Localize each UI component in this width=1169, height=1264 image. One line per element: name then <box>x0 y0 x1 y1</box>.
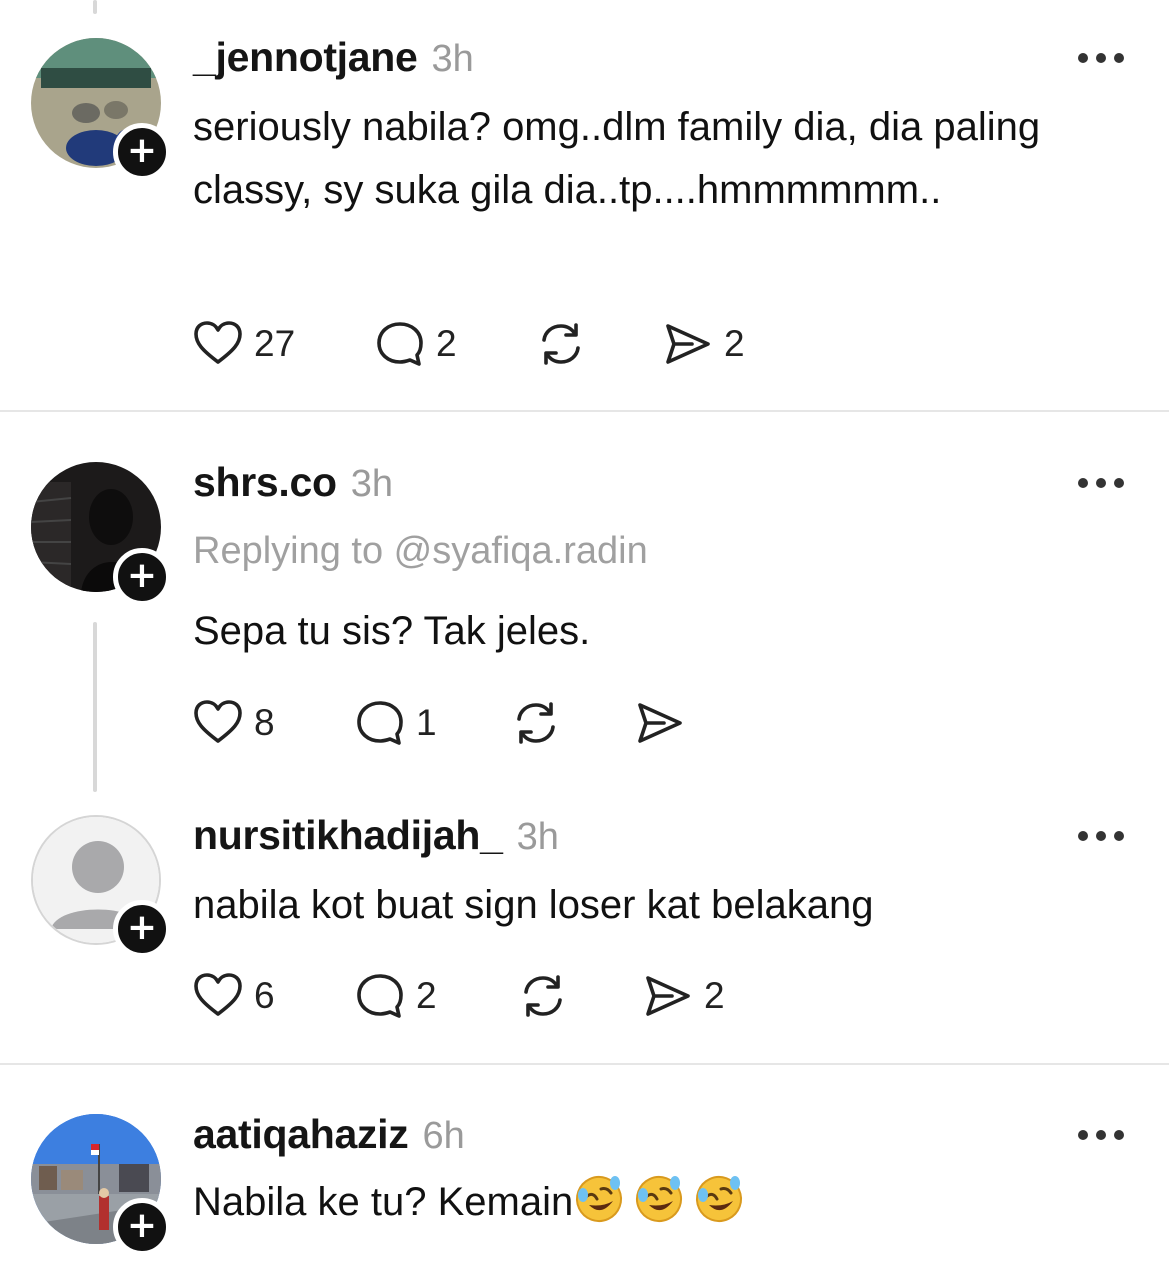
username[interactable]: shrs.co <box>193 459 337 506</box>
more-icon[interactable] <box>1078 1128 1124 1142</box>
follow-plus-icon[interactable]: + <box>113 900 171 958</box>
post-text: nabila kot buat sign loser kat belakang <box>193 883 874 927</box>
more-icon[interactable] <box>1078 476 1124 490</box>
username[interactable]: _jennotjane <box>193 34 418 81</box>
share-button[interactable] <box>634 697 686 749</box>
post-text: Nabila ke tu? Kemain <box>193 1180 574 1224</box>
repost-button[interactable] <box>517 970 569 1022</box>
post-text-row: Nabila ke tu? Kemain <box>193 1171 1093 1234</box>
thread-post: + nursitikhadijah_ 3h nabila kot buat si… <box>0 792 1169 1062</box>
more-icon[interactable] <box>1078 51 1124 65</box>
thread-post: + _jennotjane 3h seriously nabila? omg..… <box>0 0 1169 410</box>
heart-icon <box>194 321 242 364</box>
comment-icon <box>357 701 403 745</box>
post-text: Sepa tu sis? Tak jeles. <box>193 609 591 653</box>
like-button[interactable]: 8 <box>192 697 275 749</box>
share-button[interactable]: 2 <box>642 970 725 1022</box>
rofl-emoji-icon <box>696 1176 743 1222</box>
comment-icon <box>377 322 423 366</box>
share-button[interactable]: 2 <box>662 318 745 370</box>
comment-icon <box>357 974 403 1018</box>
replying-to[interactable]: Replying to @syafiqa.radin <box>193 530 648 573</box>
like-button[interactable]: 6 <box>192 970 275 1022</box>
post-header: nursitikhadijah_ 3h <box>193 812 559 862</box>
send-icon <box>666 324 710 364</box>
rofl-emoji-icon <box>576 1176 623 1222</box>
username[interactable]: aatiqahaziz <box>193 1111 409 1158</box>
share-count: 2 <box>724 323 745 364</box>
send-icon <box>638 703 682 743</box>
reply-button[interactable]: 2 <box>374 318 457 370</box>
follow-plus-icon[interactable]: + <box>113 1198 171 1256</box>
like-button[interactable]: 27 <box>192 318 295 370</box>
follow-plus-icon[interactable]: + <box>113 123 171 181</box>
like-count: 8 <box>254 702 275 743</box>
send-icon <box>646 976 690 1016</box>
timestamp: 3h <box>431 38 474 80</box>
reply-count: 1 <box>416 702 437 743</box>
post-header: aatiqahaziz 6h <box>193 1111 465 1161</box>
like-count: 27 <box>254 323 296 364</box>
follow-plus-icon[interactable]: + <box>113 548 171 606</box>
repost-icon <box>524 975 562 1017</box>
more-icon[interactable] <box>1078 829 1124 843</box>
timestamp: 6h <box>422 1115 465 1157</box>
username[interactable]: nursitikhadijah_ <box>193 812 503 859</box>
post-text: seriously nabila? omg..dlm family dia, d… <box>193 105 1041 212</box>
post-header: shrs.co 3h <box>193 459 393 509</box>
thread-post: + aatiqahaziz 6h Nabila ke tu? Kemain <box>0 1065 1169 1264</box>
rofl-emoji-icon <box>636 1176 683 1222</box>
repost-icon <box>542 323 580 365</box>
post-header: _jennotjane 3h <box>193 34 474 84</box>
like-count: 6 <box>254 975 275 1016</box>
repost-button[interactable] <box>535 318 587 370</box>
reply-button[interactable]: 2 <box>354 970 437 1022</box>
repost-button[interactable] <box>510 697 562 749</box>
reply-button[interactable]: 1 <box>354 697 437 749</box>
heart-icon <box>194 973 242 1016</box>
timestamp: 3h <box>350 463 394 505</box>
repost-icon <box>517 702 555 744</box>
heart-icon <box>194 700 242 743</box>
reply-count: 2 <box>416 975 437 1016</box>
reply-count: 2 <box>436 323 457 364</box>
laughing-emoji-group <box>573 1176 753 1224</box>
share-count: 2 <box>704 975 725 1016</box>
timestamp: 3h <box>516 816 559 858</box>
thread-post: + shrs.co 3h Replying to @syafiqa.radin … <box>0 412 1169 792</box>
